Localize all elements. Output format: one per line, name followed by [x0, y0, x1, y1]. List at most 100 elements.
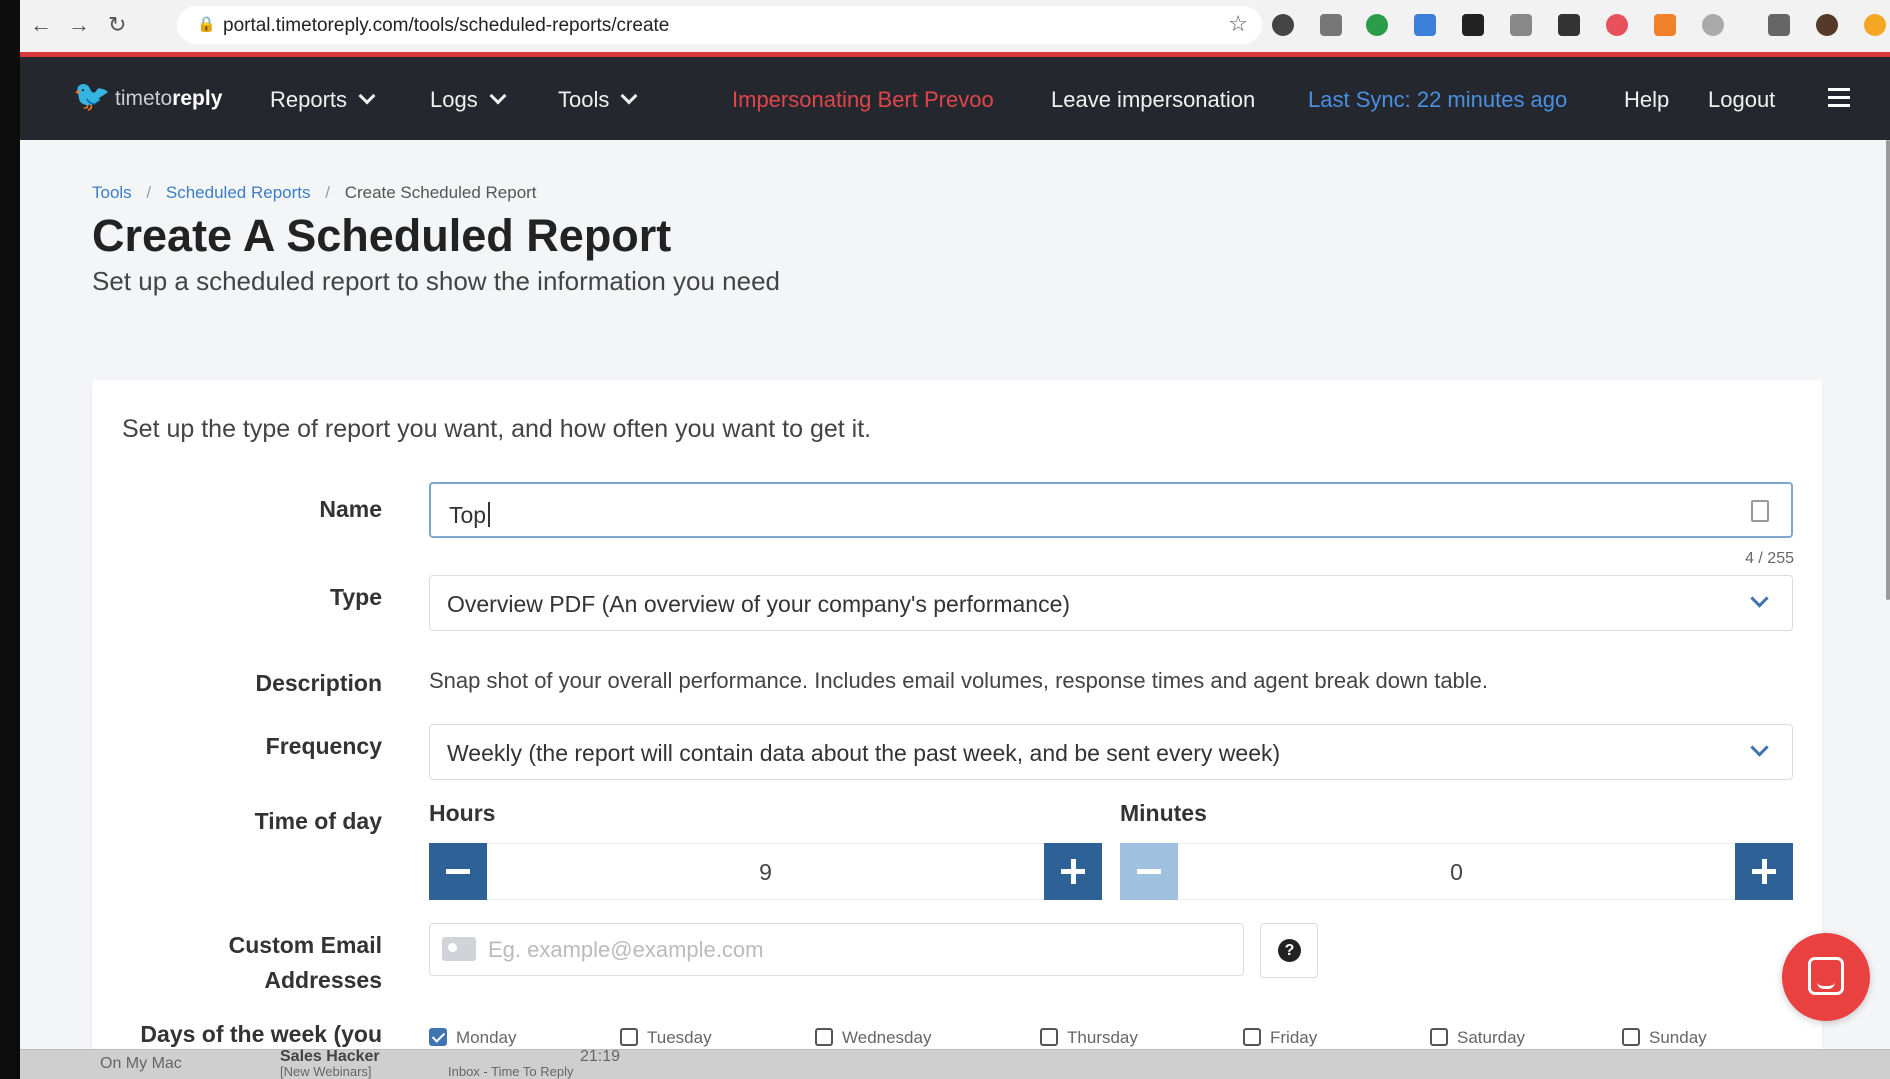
page-scrollbar[interactable] [1886, 140, 1890, 600]
nav-tools[interactable]: Tools [558, 87, 638, 113]
update-alert-icon[interactable] [1864, 14, 1886, 36]
extension-icon-5[interactable] [1462, 14, 1484, 36]
checkbox-icon [1243, 1027, 1261, 1046]
form-intro: Set up the type of report you want, and … [122, 415, 872, 443]
day-saturday-checkbox[interactable]: Saturday [1430, 1027, 1525, 1048]
input-addon-icon [1751, 500, 1769, 522]
back-icon[interactable]: ← [30, 12, 52, 38]
app-window: ← → ↻ 🔒 portal.timetoreply.com/tools/sch… [20, 0, 1890, 1079]
chevron-down-icon [1750, 738, 1769, 757]
minutes-stepper: 0 [1120, 843, 1793, 900]
reading-list-icon[interactable] [1768, 14, 1790, 36]
minus-icon [446, 869, 470, 874]
description-label: Description [255, 670, 382, 696]
checkbox-icon [815, 1027, 833, 1046]
url-text: portal.timetoreply.com/tools/scheduled-r… [223, 15, 670, 36]
breadcrumb-scheduled-reports[interactable]: Scheduled Reports [166, 183, 311, 202]
minutes-decrement-button[interactable] [1120, 843, 1178, 900]
hours-value[interactable]: 9 [487, 843, 1044, 900]
minutes-value[interactable]: 0 [1178, 843, 1735, 900]
custom-email-label-line2: Addresses [264, 967, 382, 993]
extension-icon-10[interactable] [1702, 14, 1724, 36]
question-mark-icon: ? [1278, 939, 1301, 962]
checkbox-icon [620, 1027, 638, 1046]
days-of-week-label: Days of the week (you [140, 1021, 382, 1047]
hours-stepper: 9 [429, 843, 1102, 900]
day-tuesday-checkbox[interactable]: Tuesday [620, 1027, 712, 1048]
nav-logs[interactable]: Logs [430, 87, 507, 113]
extension-icon-9[interactable] [1654, 14, 1676, 36]
minutes-increment-button[interactable] [1735, 843, 1793, 900]
contact-card-icon [442, 937, 476, 961]
page-title: Create A Scheduled Report [92, 210, 672, 261]
frequency-selected-value: Weekly (the report will contain data abo… [447, 740, 1281, 766]
name-value: Top [449, 498, 491, 529]
chevron-down-icon [620, 87, 638, 105]
impersonating-status: Impersonating Bert Prevoo [732, 87, 994, 112]
description-text: Snap shot of your overall performance. I… [429, 668, 1489, 693]
day-sunday-checkbox[interactable]: Sunday [1622, 1027, 1707, 1048]
custom-email-label: Custom Email [228, 932, 382, 958]
chevron-down-icon [1750, 589, 1769, 608]
hours-increment-button[interactable] [1044, 843, 1102, 900]
overlay-folder-label: On My Mac [100, 1055, 182, 1072]
frequency-label: Frequency [265, 733, 382, 759]
extension-icon-7[interactable] [1558, 14, 1580, 36]
name-input[interactable]: Top [429, 482, 1793, 538]
frequency-select[interactable]: Weekly (the report will contain data abo… [429, 724, 1793, 780]
custom-email-input[interactable] [429, 923, 1244, 976]
text-caret [488, 502, 491, 527]
name-char-count: 4 / 255 [1745, 550, 1794, 567]
type-select[interactable]: Overview PDF (An overview of your compan… [429, 575, 1793, 631]
breadcrumb-separator: / [325, 183, 330, 202]
extension-icon-2[interactable] [1320, 14, 1342, 36]
name-label: Name [319, 496, 382, 522]
extension-icon-3[interactable] [1366, 14, 1388, 36]
profile-avatar[interactable] [1816, 14, 1838, 36]
checkbox-icon [1430, 1027, 1448, 1046]
day-thursday-checkbox[interactable]: Thursday [1040, 1027, 1138, 1048]
report-form-card: Set up the type of report you want, and … [92, 380, 1822, 1079]
custom-email-field[interactable] [488, 924, 1228, 975]
minus-icon [1137, 869, 1161, 874]
lock-icon: 🔒 [197, 16, 216, 33]
hours-decrement-button[interactable] [429, 843, 487, 900]
last-sync-status: Last Sync: 22 minutes ago [1308, 87, 1568, 112]
chevron-down-icon [358, 87, 376, 105]
breadcrumb: Tools / Scheduled Reports / Create Sched… [92, 183, 537, 203]
nav-reports[interactable]: Reports [270, 87, 376, 113]
target-extension-icon[interactable] [1606, 14, 1628, 36]
browser-toolbar: ← → ↻ 🔒 portal.timetoreply.com/tools/sch… [20, 0, 1890, 53]
help-link[interactable]: Help [1624, 87, 1669, 113]
overlay-mailbox: Inbox - Time To Reply [448, 1064, 574, 1079]
page-subtitle: Set up a scheduled report to show the in… [92, 266, 780, 296]
checkbox-icon [1040, 1027, 1058, 1046]
brand-text: timetoreply [115, 87, 223, 110]
breadcrumb-tools[interactable]: Tools [92, 183, 132, 202]
leave-impersonation-link[interactable]: Leave impersonation [1051, 87, 1255, 113]
chat-icon [1808, 957, 1844, 995]
minutes-label: Minutes [1120, 800, 1207, 826]
day-monday-checkbox[interactable]: Monday [429, 1027, 516, 1048]
chat-launcher-button[interactable] [1782, 933, 1870, 1021]
overlay-time: 21:19 [580, 1048, 621, 1065]
day-wednesday-checkbox[interactable]: Wednesday [815, 1027, 931, 1048]
reload-icon[interactable]: ↻ [108, 12, 126, 38]
overlay-subject: [New Webinars] [280, 1064, 372, 1079]
top-navbar: 🐦 timetoreply Reports Logs Tools Imperso… [20, 57, 1890, 140]
hamburger-menu-icon[interactable] [1828, 88, 1850, 112]
day-friday-checkbox[interactable]: Friday [1243, 1027, 1317, 1048]
left-window-edge [0, 0, 20, 1079]
logout-link[interactable]: Logout [1708, 87, 1775, 113]
chevron-down-icon [489, 87, 507, 105]
extension-icon-1[interactable] [1272, 14, 1294, 36]
extension-icon-4[interactable] [1414, 14, 1436, 36]
address-bar[interactable]: 🔒 portal.timetoreply.com/tools/scheduled… [177, 6, 1262, 44]
checkbox-checked-icon [429, 1027, 447, 1046]
custom-email-help-button[interactable]: ? [1260, 923, 1318, 978]
forward-icon[interactable]: → [68, 12, 90, 38]
bookmark-star-icon[interactable]: ☆ [1228, 11, 1248, 37]
type-selected-value: Overview PDF (An overview of your compan… [447, 591, 1071, 617]
breadcrumb-separator: / [146, 183, 152, 202]
camera-extension-icon[interactable] [1510, 14, 1532, 36]
